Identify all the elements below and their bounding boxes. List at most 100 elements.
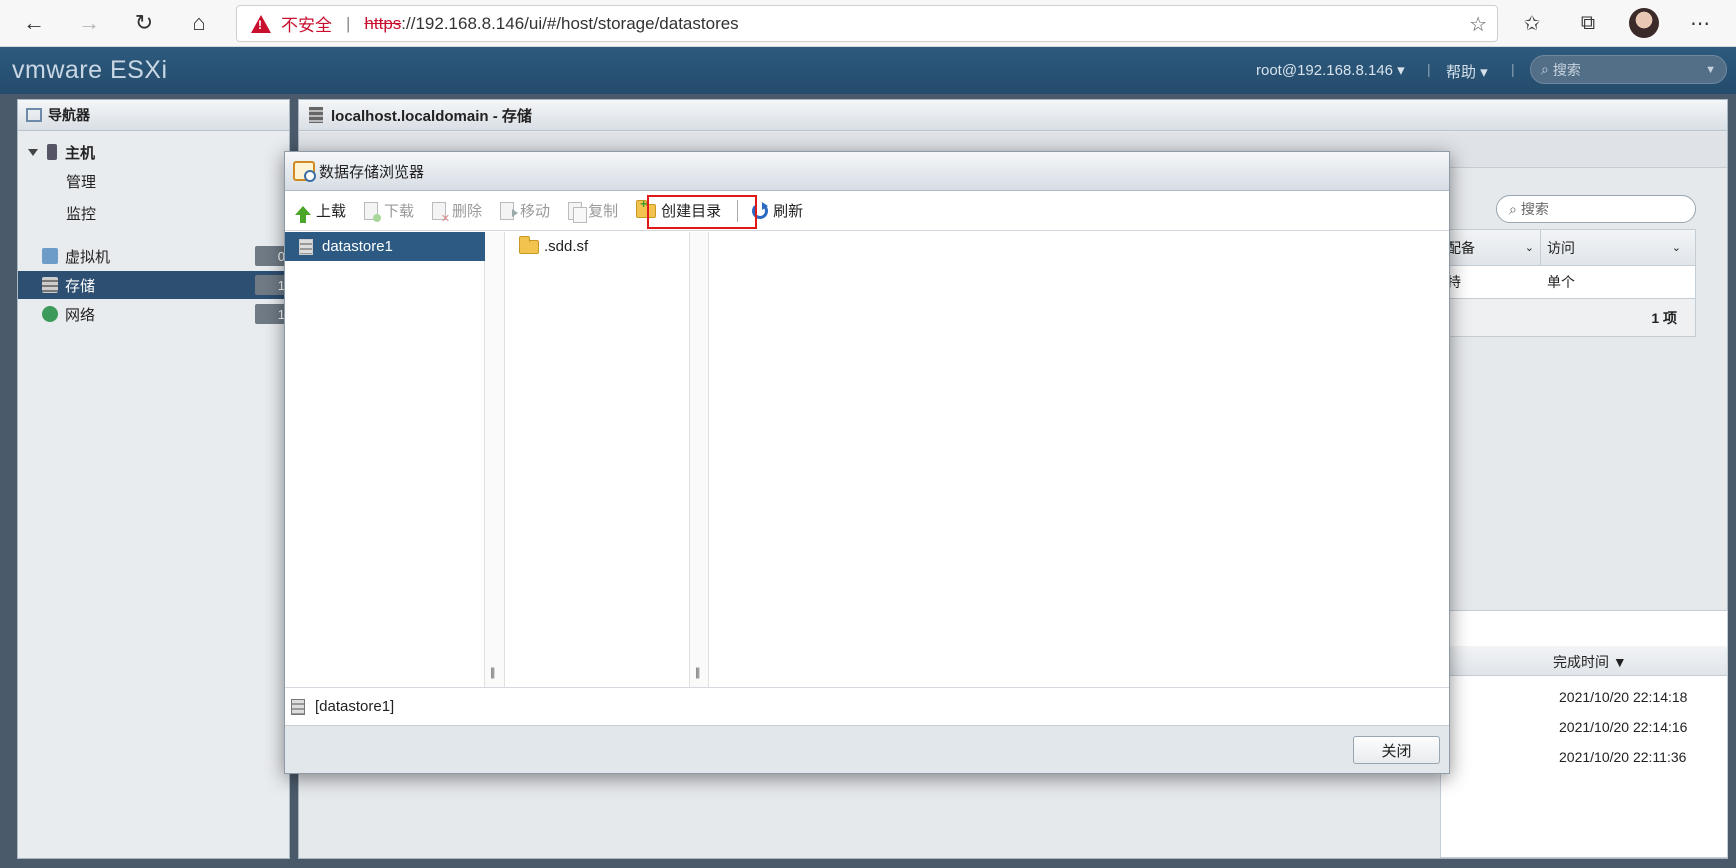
close-button[interactable]: 关闭	[1353, 736, 1440, 764]
upload-icon	[295, 206, 311, 223]
download-label: 下载	[384, 203, 415, 220]
download-icon	[364, 201, 382, 222]
user-menu[interactable]: root@192.168.8.146 ▾	[1256, 61, 1405, 79]
pane-resize-handle[interactable]: |||	[689, 232, 709, 687]
nav-item-label: 存储	[65, 277, 96, 295]
datastore-browser-dialog: 数据存储浏览器 上载 下载 删除 移动 复制 创建目录 刷新	[284, 151, 1450, 774]
grip-icon: |||	[695, 665, 701, 679]
address-separator: |	[346, 13, 351, 33]
chevron-down-icon[interactable]: ▼	[1705, 64, 1716, 76]
url-text: ://192.168.8.146/ui/#/host/storage/datas…	[401, 13, 739, 33]
datastore-browser-icon	[293, 161, 316, 182]
move-label: 移动	[520, 203, 551, 220]
copy-label: 复制	[588, 203, 619, 220]
table-row: 2021/10/20 22:14:16	[1441, 713, 1727, 743]
table-cell: 单个	[1547, 274, 1575, 290]
nav-item-label: 监控	[66, 205, 97, 223]
nav-item-network[interactable]: 网络 1	[18, 300, 289, 328]
datastore-table: 配备 ⌄ 访问 ⌄ 持 单个 1 项	[1440, 229, 1696, 337]
datastore-icon	[299, 238, 313, 255]
nav-item-manage[interactable]: 管理	[18, 167, 289, 195]
delete-icon	[432, 201, 450, 225]
move-icon	[500, 201, 519, 220]
delete-label: 删除	[452, 203, 483, 220]
search-icon: ⌕	[1509, 200, 1517, 217]
download-button[interactable]: 下载	[364, 196, 414, 226]
tasks-header: 完成时间 ▼	[1441, 646, 1727, 676]
datastore-item[interactable]: datastore1	[285, 232, 485, 261]
navigator-panel: 导航器 主机 管理 监控 虚拟机 0 存储 1 网络 1	[17, 99, 290, 859]
refresh-button[interactable]: 刷新	[752, 196, 803, 226]
header-separator: |	[1427, 61, 1431, 77]
favorites-icon[interactable]: ✩	[1514, 6, 1550, 40]
nav-item-label: 管理	[66, 173, 97, 191]
back-icon[interactable]: ←	[16, 6, 52, 40]
datastore-list: datastore1	[285, 232, 485, 687]
add-favorite-icon[interactable]: ☆	[1469, 12, 1487, 37]
dialog-title-bar: 数据存储浏览器	[285, 152, 1449, 191]
search-icon: ⌕	[1541, 61, 1549, 77]
recent-tasks-panel: 完成时间 ▼ 2021/10/20 22:14:18 2021/10/20 22…	[1440, 610, 1728, 858]
reload-icon[interactable]: ↻	[126, 6, 162, 40]
grip-icon: |||	[490, 665, 496, 679]
column-header-completed[interactable]: 完成时间 ▼	[1553, 652, 1627, 672]
delete-button[interactable]: 删除	[432, 196, 482, 226]
expand-icon[interactable]	[28, 148, 38, 156]
vmware-esxi-logo: vmware ESXi	[12, 56, 168, 84]
folder-list: .sdd.sf	[505, 232, 689, 687]
folder-label: .sdd.sf	[544, 238, 589, 255]
nav-item-monitor[interactable]: 监控	[18, 199, 289, 227]
address-bar[interactable]: 不安全 | https ://192.168.8.146/ui/#/host/s…	[236, 5, 1498, 42]
highlight-box	[647, 195, 757, 229]
collections-icon[interactable]: ⧉	[1570, 6, 1606, 40]
header-separator: |	[1511, 61, 1515, 77]
datastore-search-input[interactable]: ⌕ 搜索	[1496, 195, 1696, 223]
navigator-title-bar: 导航器	[18, 100, 289, 131]
copy-button[interactable]: 复制	[568, 196, 618, 226]
datastore-icon	[291, 698, 305, 715]
pane-resize-handle[interactable]: |||	[485, 232, 505, 687]
task-time: 2021/10/20 22:14:16	[1559, 719, 1688, 735]
user-name: root@192.168.8.146	[1256, 62, 1393, 79]
header-search-placeholder: 搜索	[1552, 61, 1581, 78]
folder-icon	[519, 235, 539, 254]
copy-icon	[568, 201, 588, 223]
current-path: [datastore1]	[285, 687, 1449, 725]
help-label: 帮助	[1446, 64, 1477, 81]
more-icon[interactable]: ⋯	[1682, 6, 1718, 40]
navigator-title: 导航器	[48, 107, 90, 123]
nav-item-storage[interactable]: 存储 1	[18, 271, 289, 299]
column-header-label: 访问	[1547, 239, 1575, 256]
forward-icon[interactable]: →	[71, 6, 107, 40]
upload-label: 上载	[316, 203, 347, 220]
table-row: 2021/10/20 22:14:18	[1441, 683, 1727, 713]
column-header[interactable]: 配备 ⌄	[1441, 230, 1541, 266]
header-search-input[interactable]: ⌕ 搜索 ▼	[1530, 55, 1727, 84]
item-count: 1 项	[1441, 298, 1695, 336]
storage-icon	[42, 277, 58, 293]
nav-item-label: 网络	[65, 306, 96, 324]
chevron-down-icon[interactable]: ⌄	[1525, 241, 1534, 254]
column-header[interactable]: 访问 ⌄	[1541, 230, 1695, 266]
profile-avatar[interactable]	[1626, 6, 1662, 40]
datastore-label: datastore1	[322, 238, 393, 255]
nav-item-host[interactable]: 主机	[18, 138, 289, 166]
nav-item-label: 主机	[65, 144, 96, 162]
host-icon	[47, 144, 57, 160]
dialog-title: 数据存储浏览器	[319, 163, 425, 181]
network-icon	[42, 306, 58, 322]
nav-item-vms[interactable]: 虚拟机 0	[18, 242, 289, 270]
esxi-header: vmware ESXi root@192.168.8.146 ▾ | 帮助 ▾ …	[0, 47, 1736, 94]
main-title-bar: localhost.localdomain - 存储	[299, 100, 1727, 131]
warning-icon	[251, 14, 271, 33]
chevron-down-icon[interactable]: ⌄	[1672, 241, 1681, 254]
move-button[interactable]: 移动	[500, 196, 550, 226]
home-icon[interactable]: ⌂	[181, 6, 217, 40]
upload-button[interactable]: 上载	[295, 196, 346, 226]
help-menu[interactable]: 帮助 ▾	[1446, 61, 1488, 82]
folder-item[interactable]: .sdd.sf	[519, 235, 589, 255]
main-title: localhost.localdomain - 存储	[331, 107, 532, 125]
insecure-label: 不安全	[281, 16, 332, 35]
vm-icon	[42, 248, 58, 264]
browser-panes: datastore1 ||| .sdd.sf |||	[285, 232, 1449, 687]
